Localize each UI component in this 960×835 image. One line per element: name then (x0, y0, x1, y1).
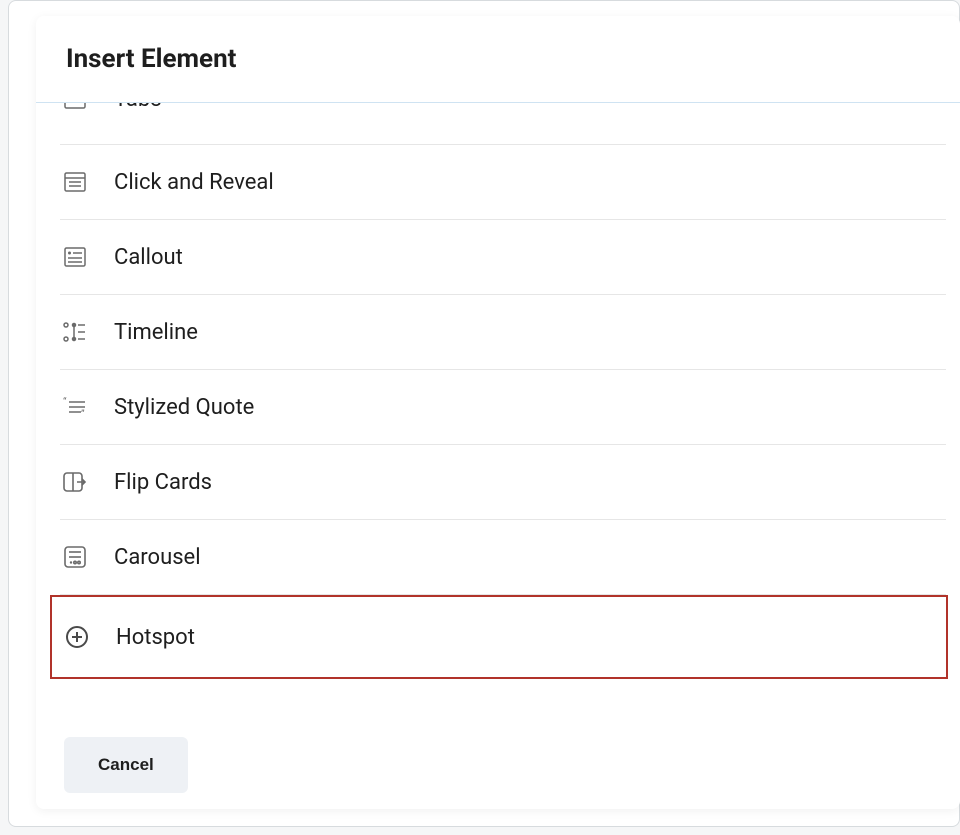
element-option-tabs[interactable]: Tabs (60, 103, 946, 145)
callout-icon (62, 244, 88, 270)
element-option-carousel[interactable]: Carousel (60, 520, 946, 595)
element-option-label: Flip Cards (114, 470, 212, 495)
modal-header: Insert Element (36, 16, 960, 103)
svg-text:“: “ (63, 397, 67, 408)
insert-element-modal: Insert Element Tabs Click and Reve (36, 16, 960, 809)
element-option-label: Carousel (114, 545, 201, 570)
timeline-icon (62, 319, 88, 345)
stylized-quote-icon: “ ” (62, 394, 88, 420)
element-list: Tabs Click and Reveal (36, 103, 960, 713)
element-option-flip-cards[interactable]: Flip Cards (60, 445, 946, 520)
element-option-label: Hotspot (116, 625, 195, 650)
element-option-label: Click and Reveal (114, 170, 274, 195)
element-option-label: Callout (114, 245, 183, 270)
element-option-timeline[interactable]: Timeline (60, 295, 946, 370)
element-option-click-and-reveal[interactable]: Click and Reveal (60, 145, 946, 220)
element-option-label: Tabs (114, 103, 162, 112)
element-option-hotspot[interactable]: Hotspot (50, 595, 948, 679)
tabs-icon (62, 103, 88, 113)
element-option-label: Timeline (114, 320, 198, 345)
svg-text:”: ” (81, 409, 85, 417)
cancel-button[interactable]: Cancel (64, 737, 188, 793)
carousel-icon (62, 544, 88, 570)
element-option-callout[interactable]: Callout (60, 220, 946, 295)
flip-cards-icon (62, 469, 88, 495)
click-reveal-icon (62, 169, 88, 195)
modal-title: Insert Element (66, 44, 930, 74)
hotspot-icon (64, 624, 90, 650)
element-option-stylized-quote[interactable]: “ ” Stylized Quote (60, 370, 946, 445)
modal-footer: Cancel (36, 713, 960, 809)
element-option-label: Stylized Quote (114, 395, 254, 420)
